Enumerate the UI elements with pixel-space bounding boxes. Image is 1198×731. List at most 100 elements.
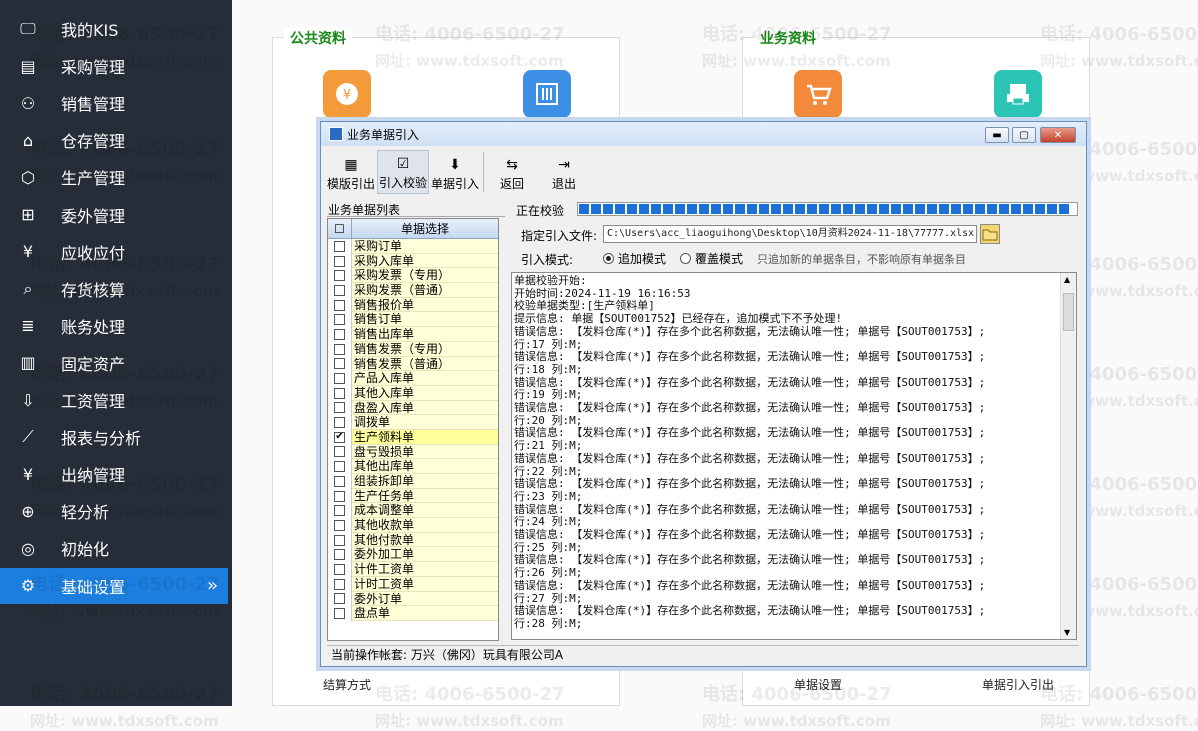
list-item-checkbox[interactable] [328,385,352,401]
list-item[interactable]: 盘亏毁损单 [328,444,498,460]
sidebar-item-3[interactable]: ⌂ 仓存管理 [0,122,228,158]
select-all-checkbox[interactable]: ☐ [328,219,352,238]
scroll-up-icon[interactable]: ▲ [1064,275,1070,284]
log-scrollbar[interactable]: ▲ ▼ [1060,273,1076,639]
toolbar-button-label: 单据引入 [430,177,479,191]
list-item-checkbox[interactable] [328,312,352,328]
currency-app-icon[interactable]: ¥ [323,70,371,118]
list-item-checkbox[interactable] [328,268,352,284]
restore-button[interactable]: ▢ [1012,127,1036,143]
list-item[interactable]: 盘点单 [328,606,498,621]
list-item-checkbox[interactable] [328,356,352,372]
sidebar-item-14[interactable]: ◎ 初始化 [0,530,228,566]
payroll-download-icon: ⇩ [21,390,35,410]
list-header-name: 单据选择 [400,222,449,236]
list-item[interactable]: 其他出库单 [328,459,498,474]
list-item-checkbox[interactable] [328,400,352,416]
list-item[interactable]: 销售出库单 [328,327,498,342]
sidebar-item-7[interactable]: ⌕ 存货核算 [0,271,228,307]
list-item-name: 采购订单 [352,239,498,254]
list-item-checkbox[interactable] [328,532,352,548]
sidebar-item-15[interactable]: ⚙ 基础设置 » [0,567,228,604]
list-item[interactable]: 其他付款单 [328,532,498,548]
list-item-checkbox[interactable] [328,341,352,357]
overwrite-mode-radio[interactable]: 覆盖模式 [680,250,743,267]
sidebar-item-12[interactable]: ¥ 出纳管理 [0,456,228,492]
list-item-checkbox[interactable] [328,459,352,474]
list-item[interactable]: 其他入库单 [328,385,498,401]
scroll-down-icon[interactable]: ▼ [1064,628,1070,637]
sidebar-item-13[interactable]: ⊕ 轻分析 [0,493,228,529]
list-item-checkbox[interactable] [328,444,352,460]
list-item[interactable]: 委外订单 [328,591,498,607]
list-item-checkbox[interactable] [328,253,352,269]
list-item[interactable]: 销售发票（普通） [328,356,498,372]
sidebar-item-9[interactable]: ▥ 固定资产 [0,345,228,381]
toolbar-button-2[interactable]: ⬇ 单据引入 [429,150,481,194]
scroll-thumb[interactable] [1063,293,1074,331]
list-item[interactable]: 销售发票（专用） [328,341,498,357]
list-item[interactable]: 盘盈入库单 [328,400,498,416]
sidebar-item-2[interactable]: ⚇ 销售管理 [0,85,228,121]
list-item-checkbox[interactable] [328,474,352,489]
list-item[interactable]: 计件工资单 [328,562,498,577]
list-item[interactable]: 计时工资单 [328,576,498,592]
list-item-checkbox[interactable] [328,239,352,254]
list-item-checkbox[interactable] [328,606,352,621]
list-item[interactable]: 委外加工单 [328,547,498,563]
list-item-checkbox[interactable] [328,518,352,533]
list-item-checkbox[interactable] [328,562,352,577]
toolbar-button-0[interactable]: ▦ 模版引出 [325,150,377,194]
list-item[interactable]: 生产任务单 [328,488,498,504]
list-item[interactable]: 销售订单 [328,312,498,328]
document-settings-label[interactable]: 单据设置 [794,676,842,693]
list-item[interactable]: 采购发票（普通） [328,283,498,298]
list-item[interactable]: 调拨单 [328,415,498,430]
list-item-checkbox[interactable] [328,547,352,563]
list-item[interactable]: 成本调整单 [328,503,498,519]
validation-log[interactable]: 单据校验开始: 开始时间:2024-11-19 16:16:53 校验单据类型:[生… [511,272,1077,640]
toolbar-button-3[interactable]: ⇆ 返回 [486,150,538,194]
sidebar-item-6[interactable]: ¥ 应收应付 [0,234,228,270]
printer-app-icon[interactable] [994,70,1042,118]
toolbar-button-1[interactable]: ☑ 引入校验 [377,150,429,194]
list-item-checkbox[interactable] [328,327,352,342]
file-path-field[interactable]: C:\Users\acc_liaoguihong\Desktop\10月资料20… [603,225,977,243]
list-item[interactable]: 销售报价单 [328,297,498,313]
document-import-export-label[interactable]: 单据引入引出 [982,676,1054,693]
sidebar-item-4[interactable]: ⬡ 生产管理 [0,159,228,195]
list-item-checkbox[interactable] [328,283,352,298]
list-item-checkbox[interactable] [328,371,352,386]
list-item-checkbox[interactable]: ✔ [328,429,352,445]
list-item-checkbox[interactable] [328,297,352,313]
close-button[interactable]: ✕ [1040,127,1076,143]
sidebar-item-5[interactable]: ⊞ 委外管理 [0,197,228,233]
list-item[interactable]: 其他收款单 [328,518,498,533]
list-item-checkbox[interactable] [328,488,352,504]
browse-folder-button[interactable] [980,224,1000,244]
sidebar-item-11[interactable]: ⟋ 报表与分析 [0,419,228,455]
list-item-checkbox[interactable] [328,415,352,430]
list-item-checkbox[interactable] [328,576,352,592]
settlement-method-label[interactable]: 结算方式 [323,676,371,693]
minimize-button[interactable]: ▬ [985,127,1009,143]
list-item-checkbox[interactable] [328,503,352,519]
dialog-titlebar[interactable]: 业务单据引入 ▬ ▢ ✕ [321,122,1086,146]
sidebar-item-8[interactable]: ≣ 账务处理 [0,308,228,344]
checkbox-box [334,373,345,385]
sidebar-item-0[interactable]: 🖵 我的KIS [0,11,228,47]
list-item[interactable]: 产品入库单 [328,371,498,386]
list-item[interactable]: ✔ 生产领料单 [328,429,498,445]
list-item[interactable]: 采购发票（专用） [328,268,498,284]
settings-sliders-app-icon[interactable] [523,70,571,118]
append-mode-radio[interactable]: 追加模式 [603,250,666,267]
shopping-cart-app-icon[interactable] [794,70,842,118]
toolbar-separator [483,152,484,192]
list-item[interactable]: 采购入库单 [328,253,498,269]
list-item-checkbox[interactable] [328,591,352,607]
list-item[interactable]: 组装拆卸单 [328,474,498,489]
sidebar-item-1[interactable]: ▤ 采购管理 [0,48,228,84]
sidebar-item-10[interactable]: ⇩ 工资管理 [0,382,228,418]
list-item[interactable]: 采购订单 [328,239,498,254]
toolbar-button-4[interactable]: ⇥ 退出 [538,150,590,194]
